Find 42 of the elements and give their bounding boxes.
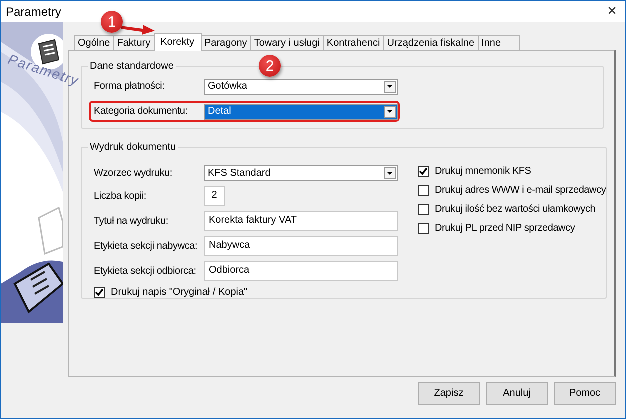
tab[interactable]: Paragony	[200, 35, 252, 50]
field-label: Liczba kopii:	[94, 190, 148, 202]
checkbox-label: Drukuj ilość bez wartości ułamkowych	[435, 204, 596, 215]
field-label: Etykieta sekcji nabywca:	[94, 240, 199, 252]
arrow-icon	[121, 23, 155, 35]
dropdown-field[interactable]: Gotówka	[204, 78, 398, 94]
input-field[interactable]: Korekta faktury VAT	[204, 211, 398, 231]
input-field[interactable]: 2	[204, 186, 225, 206]
caret-icon	[384, 167, 396, 179]
tab[interactable]: Towary i usługi	[250, 35, 324, 50]
input-field[interactable]: Odbiorca	[204, 261, 398, 281]
group-title: Wydruk dokumentu	[89, 142, 178, 153]
checkbox[interactable]	[94, 286, 105, 298]
dialog-button[interactable]: Anuluj	[486, 382, 548, 405]
close-button[interactable]: ×	[608, 4, 617, 20]
field-label: Forma płatności:	[94, 81, 166, 92]
checkbox-label: Drukuj adres WWW i e-mail sprzedawcy	[435, 185, 606, 196]
tab[interactable]: Ogólne	[74, 35, 114, 50]
checkbox[interactable]	[418, 166, 429, 177]
field-label: Etykieta sekcji odbiorca:	[94, 266, 198, 276]
tab[interactable]: Korekty	[154, 33, 202, 51]
checkbox-label: Drukuj PL przed NIP sprzedawcy	[435, 223, 576, 234]
tab[interactable]: Urządzenia fiskalne	[383, 35, 479, 50]
dialog-button[interactable]: Zapisz	[418, 382, 480, 405]
tab[interactable]: Faktury	[113, 35, 155, 50]
window-title: Parametry	[6, 4, 62, 18]
dropdown-field[interactable]: KFS Standard	[204, 165, 398, 181]
field-label: Wzorzec wydruku:	[94, 168, 174, 178]
checkbox[interactable]	[418, 185, 429, 196]
tab[interactable]: Inne	[478, 35, 520, 50]
caret-icon	[384, 80, 396, 92]
checkbox[interactable]	[418, 204, 429, 215]
input-field[interactable]: Nabywca	[204, 236, 398, 256]
group-title: Dane standardowe	[89, 61, 175, 72]
dropdown-field[interactable]: Detal	[204, 104, 398, 120]
checkbox-label: Drukuj mnemonik KFS	[435, 166, 532, 177]
checkbox[interactable]	[418, 223, 429, 234]
field-label: Tytuł na wydruku:	[94, 216, 170, 226]
field-label: Kategoria dokumentu:	[94, 106, 189, 117]
checkbox-label: Drukuj napis "Oryginał / Kopia"	[111, 286, 248, 298]
dialog-button[interactable]: Pomoc	[554, 382, 616, 405]
caret-icon	[384, 106, 396, 118]
